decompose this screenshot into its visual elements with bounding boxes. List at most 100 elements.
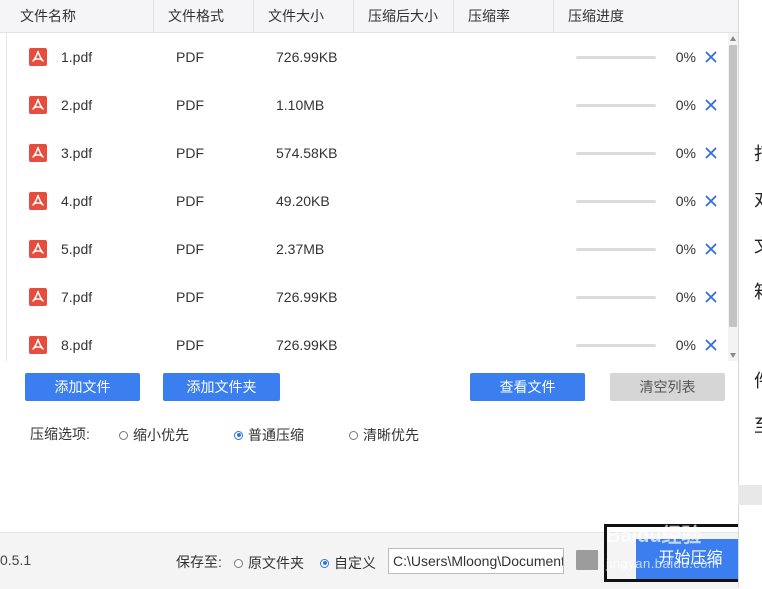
progress-percent: 0% — [675, 241, 696, 257]
highlight-frame — [604, 524, 755, 582]
file-name: 7.pdf — [61, 289, 93, 305]
background-strip — [738, 485, 762, 505]
scroll-up-arrow-icon[interactable] — [730, 36, 736, 41]
remove-file-icon[interactable] — [704, 98, 718, 112]
file-size: 726.99KB — [276, 337, 338, 353]
file-name: 2.pdf — [61, 97, 93, 113]
view-file-button[interactable]: 查看文件 — [470, 373, 585, 401]
remove-file-icon[interactable] — [704, 194, 718, 208]
radio-label: 缩小优先 — [133, 427, 189, 443]
file-format: PDF — [176, 97, 204, 113]
progress-percent: 0% — [675, 193, 696, 209]
progress-bar — [576, 248, 656, 251]
progress-bar — [576, 152, 656, 155]
radio-smaller-priority[interactable]: 缩小优先 — [119, 425, 189, 445]
pdf-file-icon — [29, 192, 47, 210]
remove-file-icon[interactable] — [704, 338, 718, 352]
remove-file-icon[interactable] — [704, 146, 718, 160]
remove-file-icon[interactable] — [704, 242, 718, 256]
file-name: 8.pdf — [61, 337, 93, 353]
save-path-input[interactable]: C:\Users\Mloong\Documents — [388, 548, 564, 574]
radio-circle-icon — [234, 558, 243, 568]
column-header-progress[interactable]: 压缩进度 — [554, 0, 738, 32]
pdf-file-icon — [29, 96, 47, 114]
radio-custom-folder[interactable]: 自定义 — [320, 553, 376, 573]
file-format: PDF — [176, 289, 204, 305]
radio-label: 自定义 — [334, 555, 376, 571]
progress-percent: 0% — [675, 97, 696, 113]
pdf-file-icon — [29, 288, 47, 306]
file-name: 3.pdf — [61, 145, 93, 161]
file-size: 726.99KB — [276, 49, 338, 65]
table-row[interactable]: 8.pdf PDF 726.99KB 0% — [7, 321, 729, 361]
radio-circle-selected-icon — [234, 430, 243, 440]
table-row[interactable]: 3.pdf PDF 574.58KB 0% — [7, 129, 729, 178]
file-size: 726.99KB — [276, 289, 338, 305]
radio-normal-compression[interactable]: 普通压缩 — [234, 425, 304, 445]
file-format: PDF — [176, 49, 204, 65]
radio-original-folder[interactable]: 原文件夹 — [234, 553, 304, 573]
column-header-ratio[interactable]: 压缩率 — [454, 0, 554, 32]
column-header-name[interactable]: 文件名称 — [6, 0, 154, 32]
scroll-down-arrow-icon[interactable] — [730, 353, 736, 358]
file-size: 574.58KB — [276, 145, 338, 161]
background-text: 件 — [754, 367, 762, 393]
column-header-compressed-size[interactable]: 压缩后大小 — [354, 0, 454, 32]
table-row[interactable]: 2.pdf PDF 1.10MB 0% — [7, 81, 729, 130]
progress-bar — [576, 56, 656, 59]
radio-label: 清晰优先 — [363, 427, 419, 443]
progress-bar — [576, 344, 656, 347]
background-text: 对 — [754, 186, 762, 212]
background-text: 文 — [754, 232, 762, 258]
table-row[interactable]: 5.pdf PDF 2.37MB 0% — [7, 225, 729, 274]
progress-percent: 0% — [675, 49, 696, 65]
table-header: 文件名称 文件格式 文件大小 压缩后大小 压缩率 压缩进度 — [0, 0, 738, 33]
file-name: 4.pdf — [61, 193, 93, 209]
file-size: 49.20KB — [276, 193, 330, 209]
file-name: 1.pdf — [61, 49, 93, 65]
version-label: 0.5.1 — [0, 552, 32, 568]
background-text: 至 — [754, 412, 762, 438]
pdf-file-icon — [29, 144, 47, 162]
progress-percent: 0% — [675, 337, 696, 353]
background-text: 箱 — [754, 278, 762, 304]
add-folder-button[interactable]: 添加文件夹 — [163, 373, 280, 401]
table-row[interactable]: 1.pdf PDF 726.99KB 0% — [7, 33, 729, 82]
file-format: PDF — [176, 241, 204, 257]
progress-bar — [576, 200, 656, 203]
file-format: PDF — [176, 337, 204, 353]
progress-percent: 0% — [675, 145, 696, 161]
table-row[interactable]: 4.pdf PDF 49.20KB 0% — [7, 177, 729, 226]
file-size: 2.37MB — [276, 241, 325, 257]
radio-circle-selected-icon — [320, 558, 329, 568]
background-text: 打 — [754, 140, 762, 166]
save-to-label: 保存至: — [176, 554, 222, 570]
file-format: PDF — [176, 145, 204, 161]
remove-file-icon[interactable] — [704, 50, 718, 64]
scroll-thumb[interactable] — [729, 45, 737, 327]
clear-list-button[interactable]: 清空列表 — [610, 373, 725, 401]
file-name: 5.pdf — [61, 241, 93, 257]
file-size: 1.10MB — [276, 97, 325, 113]
remove-file-icon[interactable] — [704, 290, 718, 304]
browse-folder-icon[interactable] — [576, 550, 598, 570]
file-format: PDF — [176, 193, 204, 209]
progress-percent: 0% — [675, 289, 696, 305]
pdf-file-icon — [29, 240, 47, 258]
progress-bar — [576, 104, 656, 107]
progress-bar — [576, 296, 656, 299]
radio-circle-icon — [349, 430, 358, 440]
radio-circle-icon — [119, 430, 128, 440]
radio-label: 普通压缩 — [248, 427, 304, 443]
radio-label: 原文件夹 — [248, 555, 304, 571]
add-file-button[interactable]: 添加文件 — [25, 373, 140, 401]
file-list: 1.pdf PDF 726.99KB 0% 2.pdf PDF 1.10MB 0% 3.pdf P… — [6, 33, 729, 361]
compression-options-label: 压缩选项: — [30, 426, 90, 442]
table-row[interactable]: 7.pdf PDF 726.99KB 0% — [7, 273, 729, 322]
column-header-format[interactable]: 文件格式 — [154, 0, 254, 32]
pdf-file-icon — [29, 48, 47, 66]
radio-clarity-priority[interactable]: 清晰优先 — [349, 425, 419, 445]
scrollbar[interactable] — [728, 33, 738, 361]
column-header-size[interactable]: 文件大小 — [254, 0, 354, 32]
pdf-file-icon — [29, 336, 47, 354]
